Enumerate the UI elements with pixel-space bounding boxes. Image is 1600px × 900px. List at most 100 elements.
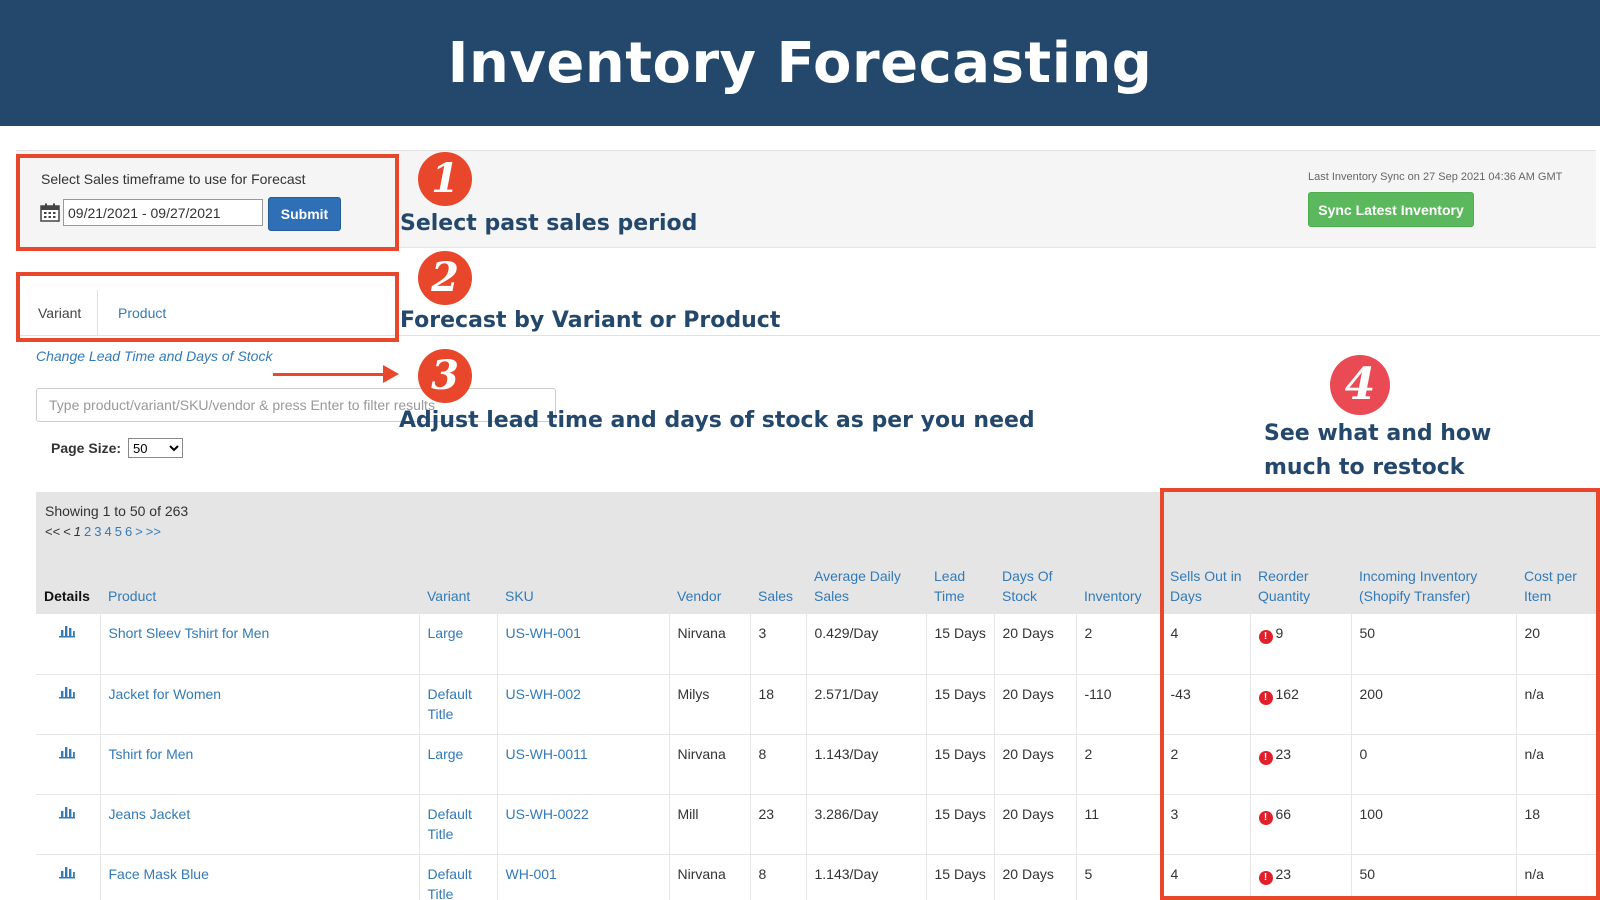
- cell-vendor-value: Nirvana: [677, 625, 726, 641]
- cell-inventory-value: 5: [1084, 865, 1093, 882]
- cell-variant-value: Default Title: [427, 685, 472, 722]
- cell-lead-time: 15 Days: [926, 794, 995, 855]
- page-size-label: Page Size:: [51, 440, 122, 456]
- cell-vendor-value: Mill: [677, 805, 699, 822]
- pager-prev[interactable]: <: [63, 524, 71, 539]
- col-sku[interactable]: SKU: [497, 556, 669, 614]
- page-size-select[interactable]: 50: [128, 438, 183, 458]
- cell-vendor-value: Nirvana: [677, 745, 726, 762]
- cell-variant-value: Default Title: [427, 805, 472, 842]
- pager-page-6[interactable]: 6: [125, 524, 132, 539]
- cell-vendor: Nirvana: [669, 734, 751, 795]
- pager-current: 1: [73, 524, 82, 539]
- bar-chart-icon[interactable]: [58, 864, 76, 878]
- showing-count: Showing 1 to 50 of 263: [45, 503, 189, 519]
- col-inventory[interactable]: Inventory: [1076, 556, 1162, 614]
- cell-variant[interactable]: Default Title: [419, 674, 498, 735]
- annotation-step-4: See what and how much to restock: [1264, 421, 1492, 480]
- sync-inventory-button[interactable]: Sync Latest Inventory: [1308, 192, 1474, 227]
- cell-details: [36, 674, 101, 735]
- bar-chart-icon[interactable]: [58, 684, 76, 698]
- cell-variant[interactable]: Large: [419, 614, 498, 675]
- cell-inventory-value: 11: [1084, 805, 1100, 822]
- cell-sku[interactable]: WH-001: [497, 854, 670, 900]
- step-badge-2: 2: [418, 251, 472, 305]
- cell-product[interactable]: Tshirt for Men: [100, 734, 420, 795]
- cell-sales-value: 3: [758, 625, 767, 641]
- annotation-step-2: Forecast by Variant or Product: [400, 308, 781, 333]
- cell-sales: 8: [750, 734, 807, 795]
- cell-avg-daily-sales: 0.429/Day: [806, 614, 927, 675]
- cell-inventory-value: 2: [1084, 625, 1093, 641]
- col-avg-daily-sales[interactable]: Average Daily Sales: [806, 556, 926, 614]
- bar-chart-icon[interactable]: [58, 623, 76, 638]
- cell-lead-time-value: 15 Days: [934, 745, 986, 762]
- cell-variant-value: Large: [427, 625, 464, 641]
- cell-details: [36, 614, 101, 675]
- change-lead-time-link[interactable]: Change Lead Time and Days of Stock: [36, 348, 272, 364]
- page-title: Inventory Forecasting: [447, 30, 1153, 96]
- cell-lead-time: 15 Days: [926, 854, 995, 900]
- cell-sku-value: US-WH-001: [505, 625, 581, 641]
- cell-avg-daily-sales-value: 1.143/Day: [814, 865, 879, 882]
- cell-product[interactable]: Face Mask Blue: [100, 854, 420, 900]
- cell-days-of-stock: 20 Days: [994, 614, 1077, 675]
- col-lead-time[interactable]: Lead Time: [926, 556, 994, 614]
- cell-inventory-value: -110: [1084, 685, 1112, 702]
- cell-sales: 8: [750, 854, 807, 900]
- cell-lead-time-value: 15 Days: [934, 865, 986, 882]
- cell-product-value: Jeans Jacket: [108, 805, 191, 822]
- pager-page-3[interactable]: 3: [94, 524, 101, 539]
- cell-vendor: Nirvana: [669, 854, 751, 900]
- cell-days-of-stock: 20 Days: [994, 674, 1077, 735]
- cell-avg-daily-sales: 3.286/Day: [806, 794, 927, 855]
- col-details: Details: [44, 588, 90, 604]
- bar-chart-icon[interactable]: [58, 804, 76, 818]
- cell-vendor-value: Nirvana: [677, 865, 726, 882]
- cell-product[interactable]: Jacket for Women: [100, 674, 420, 735]
- cell-variant[interactable]: Default Title: [419, 854, 498, 900]
- cell-lead-time-value: 15 Days: [934, 625, 986, 641]
- cell-product-value: Short Sleev Tshirt for Men: [108, 625, 270, 641]
- cell-days-of-stock: 20 Days: [994, 854, 1077, 900]
- pager-page-4[interactable]: 4: [104, 524, 111, 539]
- pager-last[interactable]: >>: [146, 524, 161, 539]
- cell-inventory: -110: [1076, 674, 1163, 735]
- cell-product[interactable]: Short Sleev Tshirt for Men: [100, 614, 420, 675]
- highlight-box-timeframe: [16, 154, 399, 251]
- cell-vendor: Nirvana: [669, 614, 751, 675]
- cell-sku-value: WH-001: [505, 865, 557, 882]
- cell-inventory: 11: [1076, 794, 1163, 855]
- highlight-box-tabs: [16, 272, 399, 342]
- cell-variant[interactable]: Default Title: [419, 794, 498, 855]
- cell-sku[interactable]: US-WH-002: [497, 674, 670, 735]
- col-product[interactable]: Product: [100, 556, 419, 614]
- annotation-step-3: Adjust lead time and days of stock as pe…: [399, 408, 1035, 433]
- cell-vendor: Milys: [669, 674, 751, 735]
- cell-vendor-value: Milys: [677, 685, 710, 702]
- col-days-of-stock[interactable]: Days Of Stock: [994, 556, 1076, 614]
- pager-next[interactable]: >: [135, 524, 143, 539]
- cell-avg-daily-sales: 1.143/Day: [806, 734, 927, 795]
- cell-sku-value: US-WH-0022: [505, 805, 589, 822]
- cell-sku-value: US-WH-0011: [505, 745, 588, 762]
- cell-sku[interactable]: US-WH-001: [497, 614, 670, 675]
- bar-chart-icon[interactable]: [58, 744, 76, 758]
- col-sales[interactable]: Sales: [750, 556, 806, 614]
- cell-sales-value: 23: [758, 805, 775, 822]
- cell-sku[interactable]: US-WH-0022: [497, 794, 670, 855]
- cell-product[interactable]: Jeans Jacket: [100, 794, 420, 855]
- cell-product-value: Face Mask Blue: [108, 865, 209, 882]
- cell-days-of-stock-value: 20 Days: [1002, 745, 1054, 762]
- step-badge-3: 3: [418, 349, 472, 403]
- cell-sales-value: 18: [758, 685, 775, 702]
- last-sync-text: Last Inventory Sync on 27 Sep 2021 04:36…: [1308, 171, 1563, 183]
- cell-sku[interactable]: US-WH-0011: [497, 734, 670, 795]
- cell-variant[interactable]: Large: [419, 734, 498, 795]
- col-vendor[interactable]: Vendor: [669, 556, 750, 614]
- col-variant[interactable]: Variant: [419, 556, 497, 614]
- pager-first[interactable]: <<: [45, 524, 60, 539]
- pager-page-5[interactable]: 5: [115, 524, 122, 539]
- pager-page-2[interactable]: 2: [84, 524, 91, 539]
- cell-days-of-stock-value: 20 Days: [1002, 865, 1054, 882]
